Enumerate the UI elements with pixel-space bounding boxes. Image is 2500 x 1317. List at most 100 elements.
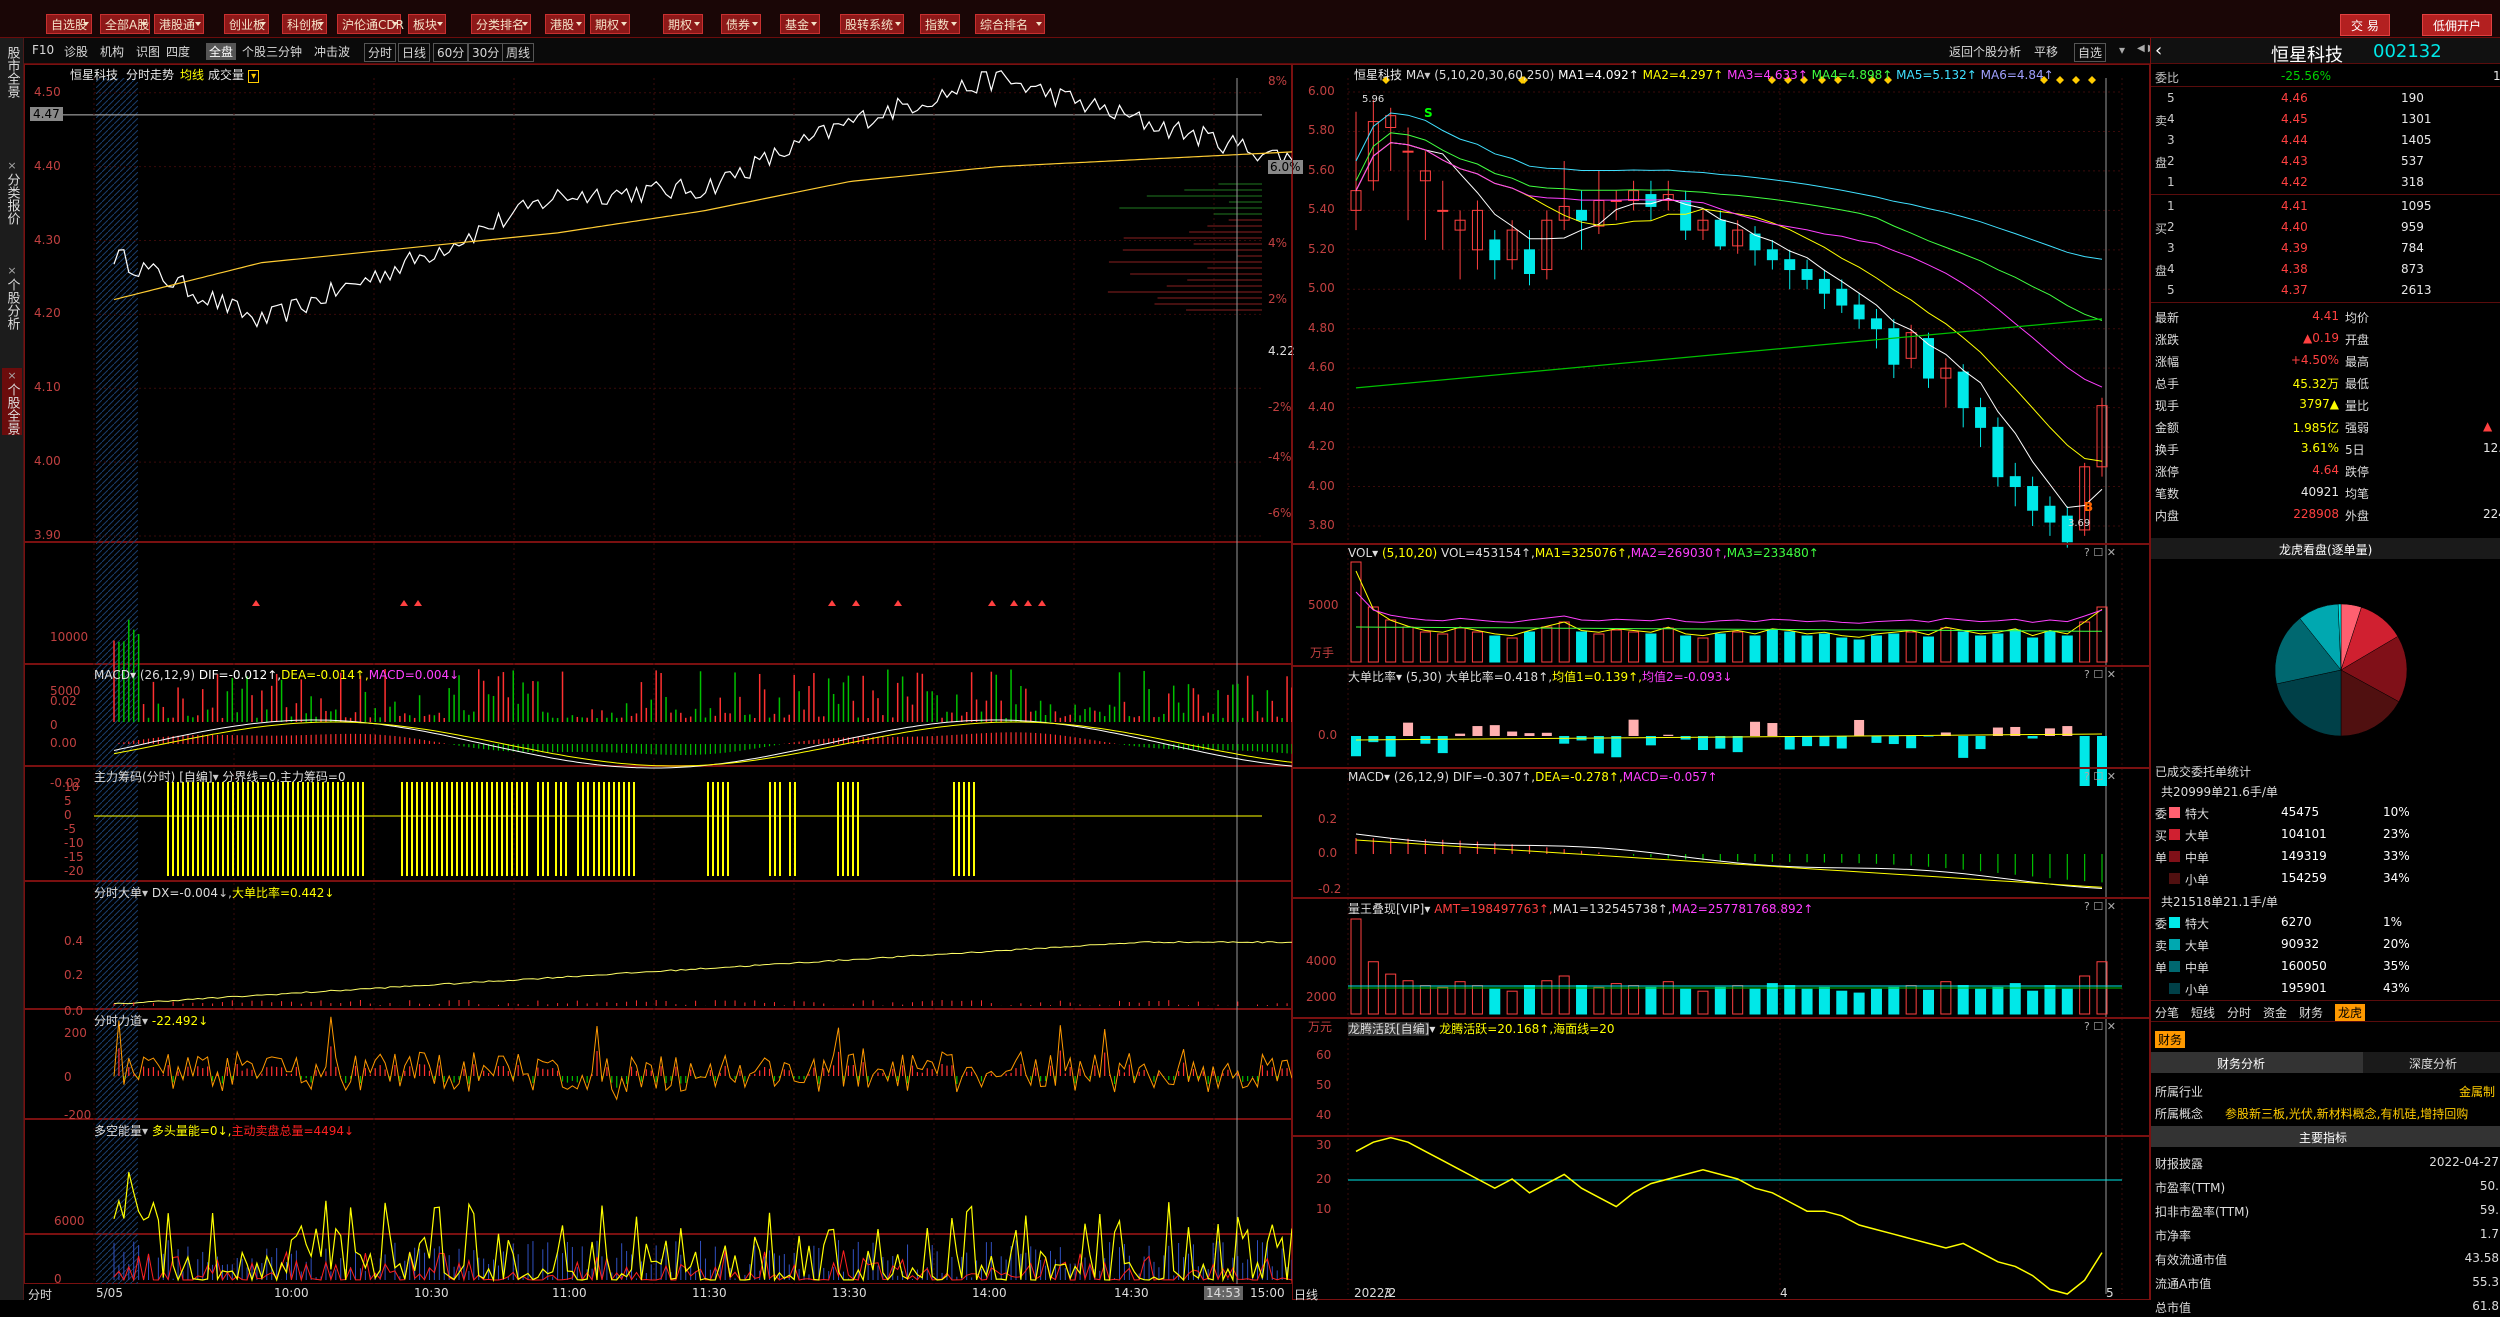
- open-account-button[interactable]: 低佣开户: [2422, 14, 2493, 36]
- stat-value2: 224: [2483, 507, 2500, 521]
- buy-level-row[interactable]: 3 4.39 784: [2151, 238, 2500, 259]
- subtoolbar-item-5[interactable]: 全盘: [206, 43, 237, 60]
- toolbar-button-2[interactable]: 港股通: [154, 14, 204, 34]
- quote-tab-5[interactable]: 龙虎: [2335, 1004, 2366, 1021]
- period-button[interactable]: 日线: [1294, 1286, 1318, 1303]
- chevron-down-icon: [437, 22, 443, 26]
- buy-level-row[interactable]: 买 2 4.40 959: [2151, 217, 2500, 238]
- time-tick: 14:00: [972, 1286, 1007, 1300]
- sidebar-tab-0[interactable]: 股市全景: [2, 46, 22, 98]
- subtoolbar-item-4[interactable]: 四度: [166, 43, 190, 60]
- ddbl-name[interactable]: 大单比率: [1348, 670, 1396, 684]
- toolbar-button-3[interactable]: 创业板: [224, 14, 269, 34]
- toolbar-button-13[interactable]: 股转系统: [840, 14, 904, 34]
- subtoolbar-item-6[interactable]: 个股三分钟: [242, 43, 302, 60]
- toolbar-button-7[interactable]: 分类排名: [471, 14, 531, 34]
- subtoolbar-item-8[interactable]: 分时: [364, 43, 397, 62]
- quote-tab-0[interactable]: 分笔: [2155, 1004, 2179, 1021]
- order-num: 6270: [2281, 915, 2312, 929]
- sell-level-row[interactable]: 5 4.46 190: [2151, 88, 2500, 109]
- toolbar-button-15[interactable]: 综合排名: [975, 14, 1045, 34]
- sell-level-row[interactable]: 1 4.42 318: [2151, 172, 2500, 193]
- subtoolbar-item-10[interactable]: 60分: [433, 43, 469, 62]
- caiwu-subtab-0[interactable]: 财务分析: [2217, 1055, 2265, 1072]
- toolbar-button-4[interactable]: 科创板: [282, 14, 327, 34]
- toolbar-button-11[interactable]: 债券: [721, 14, 761, 34]
- subtoolbar-right-0[interactable]: 返回个股分析: [1949, 43, 2021, 60]
- panel-window-controls[interactable]: ? ☐ ✕: [2084, 546, 2116, 559]
- subtoolbar-item-0[interactable]: F10: [32, 43, 54, 57]
- caiwu-tab[interactable]: 财务: [2155, 1031, 2186, 1048]
- side-label: 委: [2155, 917, 2168, 931]
- buy-level-row[interactable]: 盘 4 4.38 873: [2151, 259, 2500, 280]
- sell-level-row[interactable]: 3 4.44 1405: [2151, 130, 2500, 151]
- dadan-name[interactable]: 分时大单: [94, 886, 142, 900]
- subtoolbar-right-1[interactable]: 平移: [2034, 43, 2058, 60]
- lidao-name[interactable]: 分时力道: [94, 1014, 142, 1028]
- toolbar-button-8[interactable]: 港股: [545, 14, 585, 34]
- panel-window-controls[interactable]: ? ☐ ✕: [2084, 668, 2116, 681]
- toolbar-button-5[interactable]: 沪伦通CDR: [337, 14, 404, 34]
- toolbar-button-10[interactable]: 期权: [663, 14, 703, 34]
- ma-name[interactable]: MA: [1406, 68, 1425, 82]
- lthy-tick: 30: [1316, 1138, 1332, 1152]
- macd-name[interactable]: MACD: [94, 668, 130, 682]
- caiwu-subtabs: 财务分析 深度分析: [2151, 1052, 2500, 1073]
- quote-tab-3[interactable]: 资金: [2263, 1004, 2287, 1021]
- ddbl-header: 大单比率▾ (5,30) 大单比率=0.418↑,均值1=0.139↑,均值2=…: [1348, 668, 2116, 684]
- buy-level-row[interactable]: 1 4.41 1095: [2151, 196, 2500, 217]
- panel-window-controls[interactable]: ? ☐ ✕: [2084, 900, 2116, 913]
- toolbar-button-6[interactable]: 板块: [408, 14, 446, 34]
- subtoolbar-item-3[interactable]: 识图: [136, 43, 160, 60]
- chevron-down-icon[interactable]: ▾: [2119, 43, 2125, 57]
- subtoolbar-item-9[interactable]: 日线: [398, 43, 431, 62]
- zhuli-name[interactable]: 主力筹码(分时): [94, 770, 175, 784]
- toolbar-button-9[interactable]: 期权: [590, 14, 630, 34]
- buy-order-row: 小单 154259 34%: [2151, 868, 2500, 889]
- lwdl-name[interactable]: 量王叠现[VIP]: [1348, 902, 1424, 916]
- close-icon[interactable]: ×: [2, 368, 22, 383]
- panel-window-controls[interactable]: ? ☐ ✕: [2084, 1020, 2116, 1033]
- lthy-name[interactable]: 龙腾活跃[自编]: [1348, 1022, 1430, 1036]
- subtoolbar-right-2[interactable]: 自选: [2074, 43, 2107, 62]
- quote-tab-4[interactable]: 财务: [2299, 1004, 2323, 1021]
- caiwu-subtab-1[interactable]: 深度分析: [2409, 1055, 2457, 1072]
- indicator-row: 总市值 61.8: [2151, 1296, 2500, 1317]
- toolbar-button-0[interactable]: 自选股: [46, 14, 92, 34]
- quote-tab-2[interactable]: 分时: [2227, 1004, 2251, 1021]
- subtoolbar-item-12[interactable]: 周线: [502, 43, 535, 62]
- indicator-label: 扣非市盈率(TTM): [2155, 1205, 2250, 1219]
- trade-button[interactable]: 交 易: [2340, 14, 2390, 36]
- chevron-down-icon[interactable]: ▾: [1424, 68, 1434, 82]
- toolbar-button-12[interactable]: 基金: [780, 14, 820, 34]
- subtoolbar-item-7[interactable]: 冲击波: [314, 43, 350, 60]
- lthy-header: 龙腾活跃[自编]▾ 龙腾活跃=20.168↑,海面线=20? ☐ ✕: [1348, 1020, 2116, 1036]
- panel-window-controls[interactable]: ? ☐ ✕: [2084, 770, 2116, 783]
- toolbar-button-1[interactable]: 全部A股: [100, 14, 150, 34]
- kmacd-name[interactable]: MACD: [1348, 770, 1384, 784]
- chevron-down-icon[interactable]: ▾: [130, 668, 140, 682]
- subtoolbar-item-11[interactable]: 30分: [468, 43, 504, 62]
- toolbar-button-14[interactable]: 指数: [920, 14, 960, 34]
- buy-level-row[interactable]: 5 4.37 2613: [2151, 280, 2500, 301]
- chevron-down-icon: [83, 22, 89, 26]
- subtoolbar-item-2[interactable]: 机构: [100, 43, 124, 60]
- kline-price-tick: 4.40: [1308, 399, 1335, 414]
- vol-tick: 10000: [50, 630, 89, 644]
- sidebar-tab-2[interactable]: × 个股分析: [2, 263, 22, 330]
- sell-level-row[interactable]: 盘 2 4.43 537: [2151, 151, 2500, 172]
- subtoolbar-item-1[interactable]: 诊股: [64, 43, 88, 60]
- close-icon[interactable]: ×: [2, 158, 22, 173]
- vol-name[interactable]: VOL: [1348, 546, 1372, 560]
- time-mode-button[interactable]: 分时: [28, 1286, 52, 1303]
- lwdl-amt: AMT=198497763: [1434, 902, 1539, 916]
- sidebar-tab-3[interactable]: × 个股全景: [2, 368, 22, 435]
- back-icon[interactable]: ‹: [2155, 40, 2162, 61]
- sidebar-tab-1[interactable]: × 分类报价: [2, 158, 22, 225]
- sell-level-row[interactable]: 卖 4 4.45 1301: [2151, 109, 2500, 130]
- close-icon[interactable]: ×: [2, 263, 22, 278]
- main-index-title: 主要指标: [2299, 1131, 2348, 1145]
- chevron-down-icon[interactable]: ▾: [248, 70, 260, 83]
- quote-tab-1[interactable]: 短线: [2191, 1004, 2215, 1021]
- duokong-name[interactable]: 多空能量: [94, 1124, 142, 1138]
